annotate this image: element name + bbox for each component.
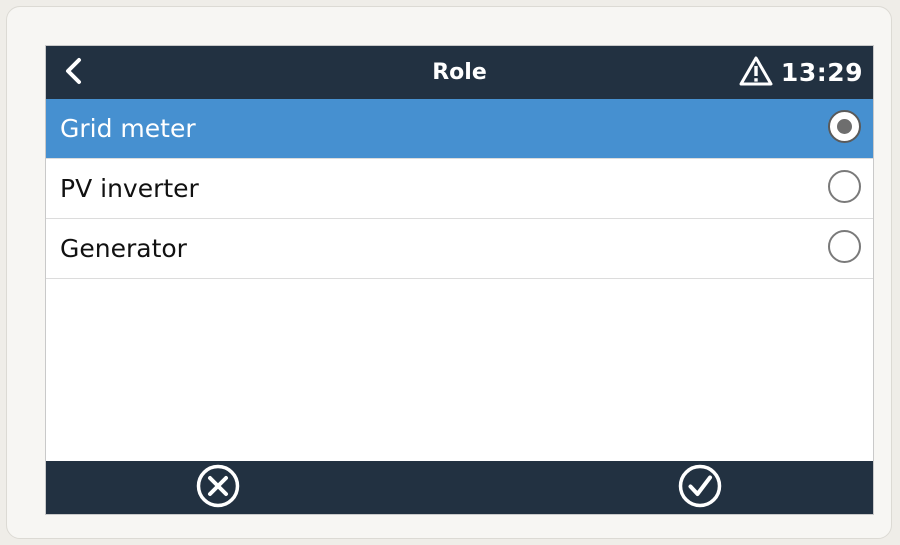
- screen: Role 13:29 Grid meter PV inverter Genera…: [45, 45, 874, 515]
- radio-button[interactable]: [828, 170, 861, 203]
- radio-selected-dot: [837, 119, 852, 134]
- list-item-pv-inverter[interactable]: PV inverter: [46, 159, 873, 219]
- list-item-label: PV inverter: [60, 174, 199, 203]
- role-list: Grid meter PV inverter Generator: [46, 99, 873, 279]
- cancel-button[interactable]: [196, 464, 240, 512]
- circle-check-icon: [678, 464, 722, 512]
- radio-button[interactable]: [828, 110, 861, 143]
- device-frame: Role 13:29 Grid meter PV inverter Genera…: [6, 6, 892, 539]
- status-area: 13:29: [739, 46, 863, 99]
- warning-triangle-icon[interactable]: [739, 56, 773, 90]
- list-item-label: Grid meter: [60, 114, 196, 143]
- clock: 13:29: [780, 58, 863, 87]
- list-item-generator[interactable]: Generator: [46, 219, 873, 279]
- header-bar: Role 13:29: [46, 46, 873, 99]
- confirm-button[interactable]: [678, 464, 722, 512]
- circle-x-icon: [196, 464, 240, 512]
- radio-button[interactable]: [828, 230, 861, 263]
- footer-bar: [46, 461, 873, 514]
- list-item-label: Generator: [60, 234, 187, 263]
- list-item-grid-meter[interactable]: Grid meter: [46, 99, 873, 159]
